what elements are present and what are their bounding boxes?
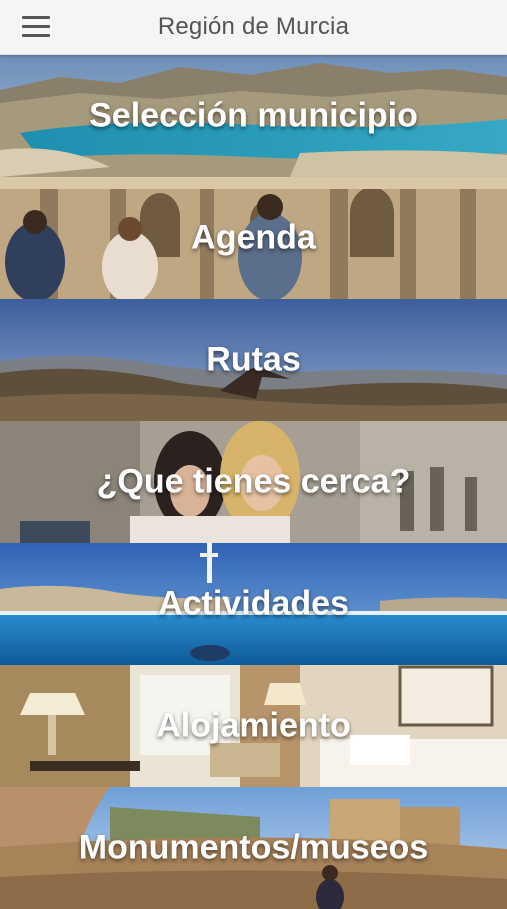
page-title: Región de Murcia xyxy=(157,13,350,40)
menu-tile-label: ¿Que tienes cerca? xyxy=(96,462,411,501)
menu-tile-alojamiento[interactable]: Alojamiento xyxy=(0,665,507,787)
menu-tile-rutas[interactable]: Rutas xyxy=(0,299,507,421)
menu-tile-seleccion-municipio[interactable]: Selección municipio xyxy=(0,55,507,177)
menu-tile-agenda[interactable]: Agenda xyxy=(0,177,507,299)
menu-tile-monumentos-museos[interactable]: Monumentos/museos xyxy=(0,787,507,909)
main-menu: Selección municipio Agenda Rutas ¿Que ti… xyxy=(0,55,507,909)
menu-tile-label: Alojamiento xyxy=(156,706,351,745)
app-bar: Región de Murcia xyxy=(0,0,507,55)
menu-tile-label: Rutas xyxy=(206,340,301,379)
menu-tile-que-tienes-cerca[interactable]: ¿Que tienes cerca? xyxy=(0,421,507,543)
menu-tile-label: Monumentos/museos xyxy=(78,828,429,867)
menu-tile-label: Agenda xyxy=(191,218,316,257)
menu-tile-label: Actividades xyxy=(158,584,349,623)
menu-tile-label: Selección municipio xyxy=(89,96,418,135)
menu-tile-actividades[interactable]: Actividades xyxy=(0,543,507,665)
